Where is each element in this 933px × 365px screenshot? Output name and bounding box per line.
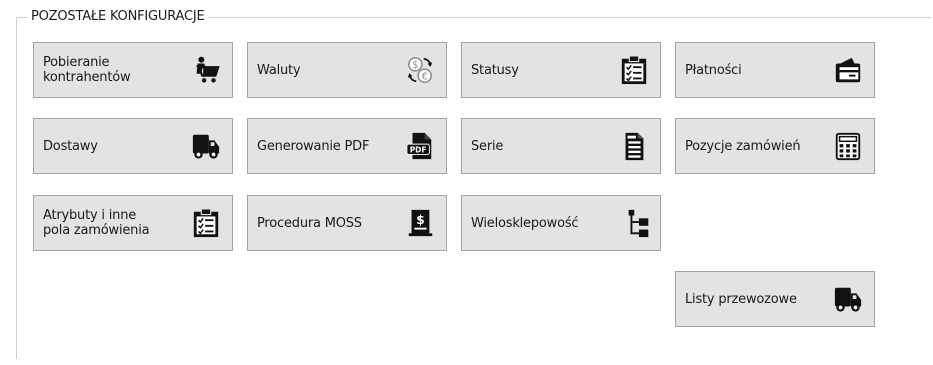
delivery-truck-icon xyxy=(190,130,222,162)
tile-label: Płatności xyxy=(685,62,742,78)
shopping-cart-person-icon xyxy=(190,54,222,86)
tile-dostawy[interactable]: Dostawy xyxy=(33,118,233,174)
calculator-icon xyxy=(832,130,864,162)
tile-label: Wielosklepowość xyxy=(471,215,579,231)
delivery-truck-icon xyxy=(832,283,864,315)
tile-listy-przewozowe[interactable]: Listy przewozowe xyxy=(675,271,875,327)
tile-pobieranie-kontrahentow[interactable]: Pobieranie kontrahentów xyxy=(33,42,233,98)
tile-label: Listy przewozowe xyxy=(685,291,797,307)
document-stack-icon xyxy=(618,130,650,162)
tile-label: Dostawy xyxy=(43,138,98,154)
tile-statusy[interactable]: Statusy xyxy=(461,42,661,98)
tree-hierarchy-icon xyxy=(622,207,654,239)
pdf-file-icon: PDF xyxy=(404,130,436,162)
tile-wielosklepowosc[interactable]: Wielosklepowość xyxy=(461,195,661,251)
tile-atrybuty[interactable]: Atrybuty i inne pola zamówienia xyxy=(33,195,233,251)
dollar-document-icon: $ xyxy=(404,207,436,239)
tile-generowanie-pdf[interactable]: Generowanie PDF PDF xyxy=(247,118,447,174)
tile-label: Procedura MOSS xyxy=(257,215,362,231)
section-title: POZOSTAŁE KONFIGURACJE xyxy=(28,9,208,25)
svg-text:€: € xyxy=(422,71,428,82)
tile-waluty[interactable]: Waluty $ € xyxy=(247,42,447,98)
tile-label: Pozycje zamówień xyxy=(685,138,801,154)
tile-label: Pobieranie kontrahentów xyxy=(43,55,131,85)
tile-label: Serie xyxy=(471,138,504,154)
tile-label: Statusy xyxy=(471,62,519,78)
tile-procedura-moss[interactable]: Procedura MOSS $ xyxy=(247,195,447,251)
svg-text:PDF: PDF xyxy=(410,146,427,155)
tile-label: Atrybuty i inne pola zamówienia xyxy=(43,208,150,238)
tile-pozycje-zamowien[interactable]: Pozycje zamówień xyxy=(675,118,875,174)
clipboard-checklist-icon xyxy=(618,54,650,86)
currency-exchange-icon: $ € xyxy=(404,54,436,86)
wallet-card-icon xyxy=(832,54,864,86)
svg-text:$: $ xyxy=(412,60,418,71)
tile-platnosci[interactable]: Płatności xyxy=(675,42,875,98)
tile-serie[interactable]: Serie xyxy=(461,118,661,174)
clipboard-checklist-icon xyxy=(190,207,222,239)
svg-text:$: $ xyxy=(416,213,424,227)
tile-label: Generowanie PDF xyxy=(257,138,370,154)
tile-label: Waluty xyxy=(257,62,301,78)
